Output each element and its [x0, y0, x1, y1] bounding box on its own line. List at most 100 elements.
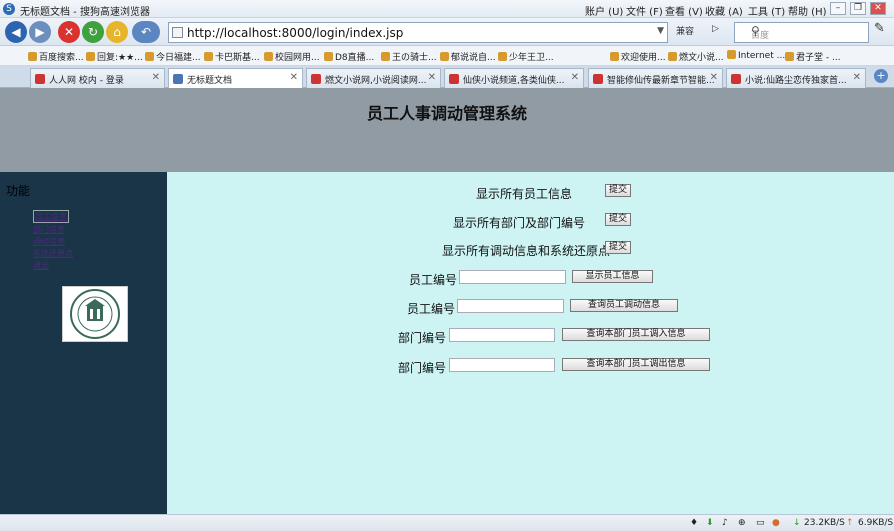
close-tab-icon[interactable]: ✕ — [710, 72, 718, 83]
favorite-item[interactable]: Internet ... — [727, 50, 785, 61]
back-icon[interactable]: ◀ — [5, 21, 27, 43]
window-title: 无标题文档 - 搜狗高速浏览器 — [20, 7, 150, 18]
employee-id-transfer-input[interactable] — [457, 299, 564, 313]
minimize-icon[interactable]: – — [830, 2, 846, 15]
close-tab-icon[interactable]: ✕ — [290, 72, 298, 83]
pen-icon[interactable]: ✎ — [874, 21, 885, 36]
status-bar: ♦ ⬇ ♪ ⊕ ▭ ● ↓ 23.2KB/S ↑ 6.9KB/S — [0, 514, 894, 531]
row-label-all-transfers: 显示所有调动信息和系统还原点 — [442, 244, 611, 258]
close-tab-icon[interactable]: ✕ — [853, 72, 861, 83]
up-speed: 6.9KB/S — [858, 518, 894, 528]
main-content: 显示所有员工信息 提交 显示所有部门及部门编号 提交 显示所有调动信息和系统还原… — [167, 172, 894, 514]
sidebar-link-transfer[interactable]: 调动信息 — [33, 236, 65, 247]
favorite-item[interactable]: 君子堂 - ... — [785, 50, 841, 63]
sidebar: 功能 员工信息 部门信息 调动信息 系统还原点 退出 — [0, 172, 167, 514]
tab-label: 仙侠小说频道,各类仙侠... — [463, 76, 565, 86]
close-icon[interactable]: ✕ — [870, 2, 886, 15]
sogou-icon[interactable]: ● — [772, 518, 780, 528]
sound-icon[interactable]: ♪ — [722, 518, 728, 528]
menu-help[interactable]: 帮助 (H) — [788, 3, 827, 18]
compat-mode-button[interactable]: 兼容 — [676, 24, 694, 37]
submit-all-employees-button[interactable]: 提交 — [605, 184, 631, 197]
tab-label: 无标题文档 — [187, 76, 233, 86]
tab-xianlu[interactable]: 小说:仙路尘恋传独家首... ✕ — [726, 68, 866, 88]
favorite-item[interactable]: 回复:★★... — [86, 50, 143, 63]
forward-icon[interactable]: ▶ — [29, 21, 51, 43]
university-logo — [62, 286, 128, 342]
dept-id-label: 部门编号 — [398, 331, 447, 345]
query-dept-out-button[interactable]: 查询本部门员工调出信息 — [562, 358, 710, 371]
row-label-all-employees: 显示所有员工信息 — [476, 187, 573, 201]
favorite-item[interactable]: 欢迎使用... — [610, 50, 666, 63]
submit-all-departments-button[interactable]: 提交 — [605, 213, 631, 226]
restore-icon[interactable]: ❐ — [850, 2, 866, 15]
chevron-down-icon[interactable]: ▼ — [657, 26, 664, 36]
menu-account[interactable]: 账户 (U) — [585, 3, 623, 18]
window-icon[interactable]: ▭ — [756, 518, 765, 528]
tab-ranwen[interactable]: 燃文小说网,小说阅读网... ✕ — [306, 68, 441, 88]
favorites-bar: 百度搜索... 回复:★★... 今日福建... 卡巴斯基... 校园网用...… — [0, 46, 894, 66]
tab-favicon — [35, 74, 45, 84]
home-icon[interactable]: ⌂ — [106, 21, 128, 43]
tab-favicon — [731, 74, 741, 84]
down-speed: 23.2KB/S — [804, 518, 845, 528]
sidebar-link-employee[interactable]: 员工信息 — [33, 210, 69, 223]
sidebar-link-department[interactable]: 部门信息 — [33, 224, 65, 235]
tab-favicon — [449, 74, 459, 84]
search-icon[interactable]: ⚲ — [751, 24, 866, 38]
close-tab-icon[interactable]: ✕ — [152, 72, 160, 83]
extension-icon[interactable]: ♦ — [690, 518, 698, 528]
undo-close-icon[interactable]: ↶ — [132, 21, 160, 43]
tab-favicon — [173, 74, 183, 84]
zoom-icon[interactable]: ⊕ — [738, 518, 746, 528]
sidebar-title: 功能 — [6, 184, 31, 198]
query-dept-in-button[interactable]: 查询本部门员工调入信息 — [562, 328, 710, 341]
close-tab-icon[interactable]: ✕ — [428, 72, 436, 83]
tab-zhineng[interactable]: 智能修仙传最新章节智能... ✕ — [588, 68, 723, 88]
favorite-item[interactable]: 王の骑士... — [381, 50, 437, 63]
address-bar[interactable]: http://localhost:8000/login/index.jsp ▼ — [168, 22, 668, 43]
stop-icon[interactable]: ✕ — [58, 21, 80, 43]
favorite-item[interactable]: 校园网用... — [264, 50, 320, 63]
favorite-item[interactable]: 燃文小说... — [668, 50, 724, 63]
show-employee-button[interactable]: 显示员工信息 — [572, 270, 653, 283]
favorite-item[interactable]: 今日福建... — [145, 50, 201, 63]
sidebar-link-exit[interactable]: 退出 — [33, 260, 49, 271]
go-icon[interactable]: ▷ — [712, 24, 719, 34]
favorite-item[interactable]: 卡巴斯基... — [204, 50, 260, 63]
menu-view[interactable]: 查看 (V) — [665, 3, 703, 18]
dept-id-out-input[interactable] — [449, 358, 555, 372]
address-url[interactable]: http://localhost:8000/login/index.jsp — [187, 26, 403, 40]
browser-toolbar: ◀ ▶ ✕ ↻ ⌂ ↶ http://localhost:8000/login/… — [0, 18, 894, 46]
page-header: 员工人事调动管理系统 — [0, 88, 894, 172]
dept-id-in-input[interactable] — [449, 328, 555, 342]
favorite-item[interactable]: 百度搜索... — [28, 50, 84, 63]
favorite-item[interactable]: D8直播... — [324, 50, 374, 63]
favorite-item[interactable]: 少年王卫... — [498, 50, 554, 63]
down-speed-icon: ↓ — [793, 518, 801, 528]
sidebar-link-restore[interactable]: 系统还原点 — [33, 248, 73, 259]
query-employee-transfer-button[interactable]: 查询员工调动信息 — [570, 299, 678, 312]
window-titlebar: S 无标题文档 - 搜狗高速浏览器 账户 (U) 文件 (F) 查看 (V) 收… — [0, 0, 894, 18]
employee-id-label: 员工编号 — [409, 273, 458, 287]
new-tab-icon[interactable]: + — [874, 69, 888, 83]
up-speed-icon: ↑ — [846, 518, 854, 528]
tab-favicon — [593, 74, 603, 84]
tab-label: 燃文小说网,小说阅读网... — [325, 76, 427, 86]
tab-label: 智能修仙传最新章节智能... — [607, 76, 715, 86]
menu-favorites[interactable]: 收藏 (A) — [705, 3, 743, 18]
submit-all-transfers-button[interactable]: 提交 — [605, 241, 631, 254]
refresh-icon[interactable]: ↻ — [82, 21, 104, 43]
tab-renren[interactable]: 人人网 校内 - 登录 ✕ — [30, 68, 165, 88]
employee-id-label-2: 员工编号 — [407, 302, 456, 316]
employee-id-input[interactable] — [459, 270, 566, 284]
tab-untitled[interactable]: 无标题文档 ✕ — [168, 68, 303, 89]
close-tab-icon[interactable]: ✕ — [571, 72, 579, 83]
download-icon[interactable]: ⬇ — [706, 518, 714, 528]
menu-file[interactable]: 文件 (F) — [626, 3, 663, 18]
search-input[interactable]: 百度 ⚲ — [734, 22, 869, 43]
tab-xianxia[interactable]: 仙侠小说频道,各类仙侠... ✕ — [444, 68, 584, 88]
favorite-item[interactable]: 郁说说自... — [440, 50, 496, 63]
menu-tools[interactable]: 工具 (T) — [748, 3, 785, 18]
tab-bar: 人人网 校内 - 登录 ✕ 无标题文档 ✕ 燃文小说网,小说阅读网... ✕ 仙侠小说… — [0, 66, 894, 89]
